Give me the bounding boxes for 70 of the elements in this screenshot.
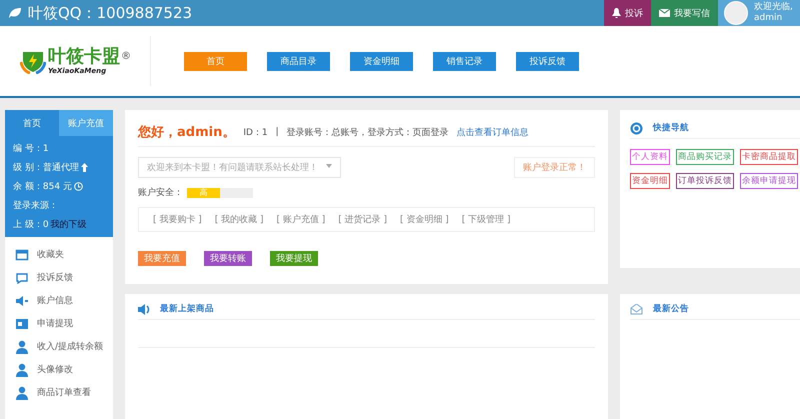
mail-icon bbox=[659, 9, 670, 17]
info-text: 登录来源： bbox=[13, 200, 58, 212]
avatar[interactable] bbox=[724, 1, 748, 25]
quick-nav-link[interactable]: 卡密商品提取 bbox=[740, 149, 798, 165]
panel-title: 快捷导航 bbox=[653, 122, 689, 134]
quick-link[interactable]: [ 我的收藏 ] bbox=[214, 213, 264, 226]
envelope-icon bbox=[630, 304, 643, 314]
info-text: 余 额：854 元 bbox=[13, 180, 72, 193]
action-button[interactable]: 我要充值 bbox=[138, 251, 186, 266]
sidebar-item[interactable]: 商品订单查看 bbox=[15, 381, 113, 404]
user-icon bbox=[15, 362, 29, 376]
quick-nav-link[interactable]: 资金明细 bbox=[630, 173, 670, 189]
order-info-link[interactable]: 点击查看订单信息 bbox=[456, 126, 529, 138]
security-label: 账户安全： bbox=[138, 186, 183, 199]
sidebar-item[interactable]: 申请提现 bbox=[15, 312, 113, 335]
panel-title: 最新公告 bbox=[653, 303, 689, 315]
sidebar-item[interactable]: 头像修改 bbox=[15, 358, 113, 381]
notice-dropdown[interactable]: 欢迎来到本卡盟！有问题请联系站长处理！ bbox=[138, 157, 341, 178]
info-text: 级 别：普通代理 bbox=[13, 161, 79, 174]
up-arrow-icon bbox=[80, 163, 88, 172]
sidebar-item[interactable]: 投诉反馈 bbox=[15, 266, 113, 289]
registered-mark: ® bbox=[121, 50, 131, 64]
mail-button[interactable]: 我要写信 bbox=[651, 0, 718, 26]
action-button[interactable]: 我要提现 bbox=[270, 251, 318, 266]
user-icon bbox=[15, 340, 29, 354]
folder-icon bbox=[15, 248, 29, 262]
quick-link[interactable]: [ 资金明细 ] bbox=[400, 213, 449, 226]
speaker-icon bbox=[15, 294, 29, 308]
info-text: 上 级：0 bbox=[13, 218, 49, 231]
login-info: 登录账号：总账号，登录方式：页面登录 bbox=[286, 126, 449, 138]
nav-button[interactable]: 销售记录 bbox=[433, 52, 496, 70]
logo-text: 叶筱卡盟 bbox=[48, 47, 120, 67]
nav-button[interactable]: 首页 bbox=[184, 52, 247, 70]
username: admin bbox=[754, 13, 784, 24]
site-title: 叶筱QQ：1009887523 bbox=[28, 4, 192, 22]
sidebar-tab[interactable]: 首页 bbox=[5, 110, 59, 136]
security-fill: 高 bbox=[187, 188, 220, 198]
panel-title: 最新上架商品 bbox=[160, 303, 214, 315]
complaint-button[interactable]: 投诉 bbox=[604, 0, 651, 26]
chat-icon bbox=[15, 270, 29, 284]
bell-icon bbox=[612, 8, 621, 18]
login-status: 账户登录正常！ bbox=[514, 157, 595, 178]
sidebar-item[interactable]: 收入/提成转余额 bbox=[15, 335, 113, 358]
nav-button[interactable]: 投诉反馈 bbox=[516, 52, 579, 70]
card-icon bbox=[15, 316, 29, 330]
nav-button[interactable]: 商品目录 bbox=[267, 52, 330, 70]
quick-link[interactable]: [ 账户充值 ] bbox=[276, 213, 326, 226]
info-text: 编 号：1 bbox=[13, 142, 49, 155]
quick-nav-link[interactable]: 商品购买记录 bbox=[676, 149, 734, 165]
greeting: 您好，admin。 bbox=[138, 124, 236, 141]
sidebar-item[interactable]: 收藏夹 bbox=[15, 243, 113, 266]
quick-nav-link[interactable]: 个人资料 bbox=[630, 149, 670, 165]
quick-link[interactable]: [ 我要购卡 ] bbox=[153, 213, 202, 226]
quick-link[interactable]: [ 进货记录 ] bbox=[338, 213, 387, 226]
subordinates-link[interactable]: 我的下级 bbox=[50, 218, 87, 231]
sidebar-item[interactable]: 账户信息 bbox=[15, 289, 113, 312]
nav-button[interactable]: 资金明细 bbox=[350, 52, 413, 70]
caret-icon bbox=[326, 164, 332, 168]
separator: | bbox=[276, 127, 279, 137]
quick-nav-link[interactable]: 订单投诉反馈 bbox=[676, 173, 734, 189]
welcome-text: 欢迎光临, bbox=[754, 2, 793, 13]
leaf-icon bbox=[8, 7, 22, 19]
quick-nav-link[interactable]: 余额申请提现 bbox=[740, 173, 798, 189]
sidebar-tab[interactable]: 账户充值 bbox=[59, 110, 113, 136]
user-id: ID：1 bbox=[243, 126, 268, 138]
user-icon bbox=[15, 386, 29, 400]
speaker-icon bbox=[138, 304, 150, 314]
target-icon bbox=[630, 122, 643, 134]
action-button[interactable]: 我要转账 bbox=[204, 251, 252, 266]
quick-link[interactable]: [ 下级管理 ] bbox=[462, 213, 510, 226]
